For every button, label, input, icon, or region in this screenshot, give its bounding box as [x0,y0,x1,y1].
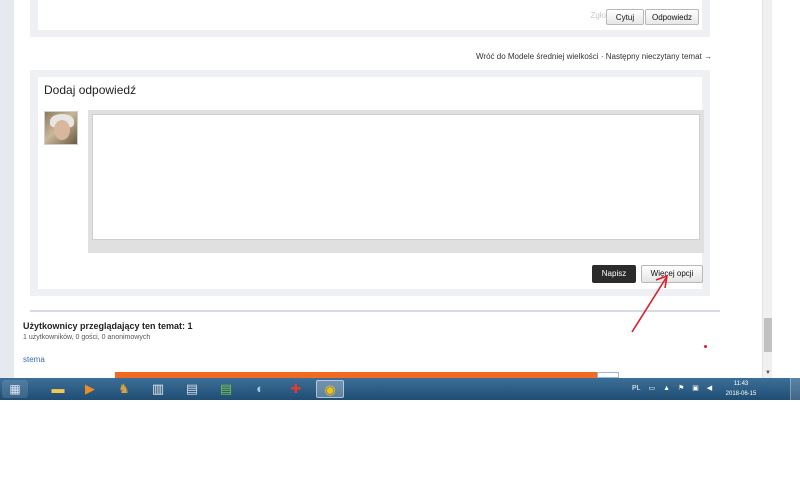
viewers-title: Użytkownicy przeglądający ten temat: 1 [23,321,193,331]
start-button-icon[interactable]: ▦ [2,380,28,398]
forum-page: Zgłoś Cytuj Odpowiedz Wróć do Modele śre… [14,0,724,378]
reply-panel: Dodaj odpowiedź Napisz Więcej opcji [30,70,710,296]
reply-button[interactable]: Odpowiedz [645,9,699,25]
browser-viewport: Zgłoś Cytuj Odpowiedz Wróć do Modele śre… [0,0,800,400]
annotation-dot [704,345,707,348]
clock-date: 2018-06-15 [725,391,757,397]
volume-icon[interactable]: ◀ [707,385,712,392]
reply-form-title: Dodaj odpowiedź [44,83,137,97]
paint-palette-icon[interactable]: ◐ [246,380,274,398]
film-strip-icon[interactable]: ▥ [144,380,172,398]
taskbar-clock[interactable]: 11:43 2018-06-15 [716,379,766,399]
topic-navigation: Wróć do Modele średniej wielkości · Nast… [476,52,712,61]
scrollbar-thumb[interactable] [764,318,772,352]
system-tray: PL ▭ ▲ ⚑ ▣ ◀ [632,380,718,398]
keyboard-icon[interactable]: ▭ [649,385,656,392]
windows-taskbar: ▦ ▬ ▶ ♞ ▥ ▤ ▤ ◐ ✚ ◉ PL ▭ ▲ ⚑ ▣ ◀ 11:43 2… [0,378,800,400]
media-player-icon[interactable]: ▶ [76,380,104,398]
language-indicator[interactable]: PL [632,385,641,392]
tray-expand-icon[interactable]: ▲ [663,385,670,392]
back-to-forum-link[interactable]: Wróć do Modele średniej wielkości [476,52,599,61]
footer-link[interactable]: stema [23,355,45,364]
right-margin [720,0,762,378]
avatar [44,111,78,145]
annotation-arrow-icon [631,274,669,333]
app-horse-icon[interactable]: ♞ [110,380,138,398]
left-gutter [0,0,14,378]
reply-editor[interactable] [92,114,700,240]
clock-time: 11:43 [733,381,749,387]
quote-button[interactable]: Cytuj [606,9,644,25]
reply-form: Dodaj odpowiedź Napisz Więcej opcji [38,77,704,289]
spreadsheet-icon[interactable]: ▤ [212,380,240,398]
desktop-background [772,0,800,378]
show-desktop-button[interactable] [790,378,800,400]
network-icon[interactable]: ▣ [692,385,699,392]
editor-frame [88,110,704,253]
action-center-flag-icon[interactable]: ⚑ [678,385,684,392]
file-explorer-icon[interactable]: ▬ [44,380,72,398]
next-unread-topic-link[interactable]: Następny nieczytany temat → [606,52,712,61]
chrome-browser-icon[interactable]: ◉ [316,380,344,398]
viewers-detail: 1 użytkowników, 0 gości, 0 anonimowych [23,334,151,341]
nav-separator: · [600,52,604,61]
previous-post-panel: Zgłoś Cytuj Odpowiedz [30,0,710,37]
previous-post-footer: Zgłoś Cytuj Odpowiedz [38,0,702,30]
notepad-icon[interactable]: ▤ [178,380,206,398]
avatar-face [54,120,70,140]
puzzle-game-icon[interactable]: ✚ [282,380,310,398]
